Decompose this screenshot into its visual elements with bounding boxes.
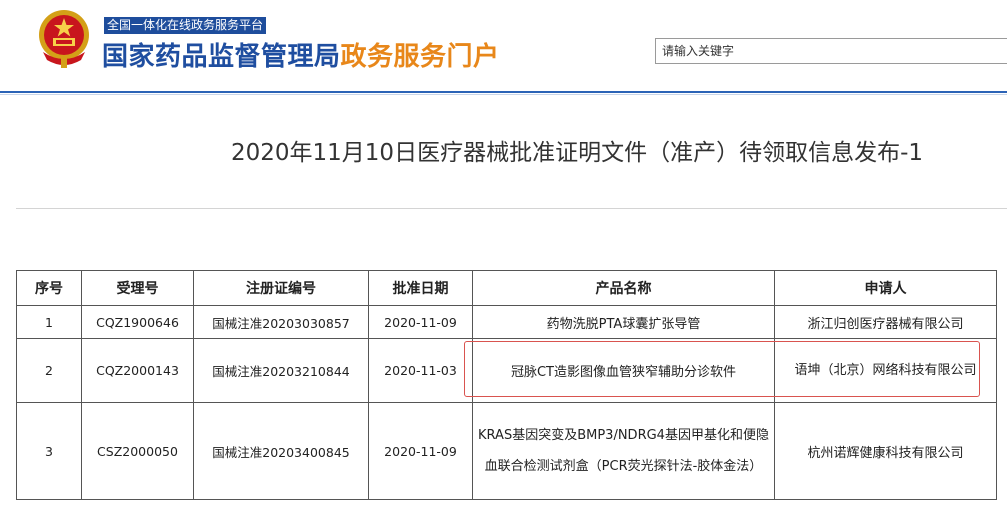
cell-product-name: 冠脉CT造影图像血管狭窄辅助分诊软件 [472, 338, 775, 403]
table-row: 1 CQZ1900646 国械注准20203030857 2020-11-09 … [16, 305, 997, 339]
site-title[interactable]: 国家药品监督管理局政务服务门户 [102, 36, 500, 73]
cell-registration-no: 国械注准20203400845 [193, 402, 369, 500]
search-input[interactable] [655, 38, 1007, 64]
cell-index: 1 [16, 305, 82, 339]
cell-acceptance-no: CQZ2000143 [81, 338, 194, 403]
column-header-approval-date: 批准日期 [368, 270, 473, 306]
cell-approval-date: 2020-11-09 [368, 305, 473, 339]
title-divider [16, 208, 1007, 209]
site-title-main: 国家药品监督管理局 [102, 42, 341, 72]
platform-tag[interactable]: 全国一体化在线政务服务平台 [104, 17, 267, 34]
cell-index: 2 [16, 338, 82, 403]
national-emblem-icon[interactable] [37, 8, 91, 70]
column-header-product-name: 产品名称 [472, 270, 775, 306]
approval-table: 序号 受理号 注册证编号 批准日期 产品名称 申请人 1 CQZ1900646 … [16, 270, 997, 500]
cell-product-name: KRAS基因突变及BMP3/NDRG4基因甲基化和便隐血联合检测试剂盒（PCR荧… [472, 402, 775, 500]
page-title: 2020年11月10日医疗器械批准证明文件（准产）待领取信息发布-1 [231, 140, 923, 166]
table-header-row: 序号 受理号 注册证编号 批准日期 产品名称 申请人 [16, 270, 997, 306]
column-header-acceptance-no: 受理号 [81, 270, 194, 306]
table-row: 2 CQZ2000143 国械注准20203210844 2020-11-03 … [16, 338, 997, 403]
cell-product-name: 药物洗脱PTA球囊扩张导管 [472, 305, 775, 339]
cell-applicant: 语坤（北京）网络科技有限公司 [774, 338, 997, 403]
header-divider-thin [0, 94, 1007, 95]
cell-registration-no: 国械注准20203030857 [193, 305, 369, 339]
cell-approval-date: 2020-11-09 [368, 402, 473, 500]
cell-applicant: 浙江归创医疗器械有限公司 [774, 305, 997, 339]
cell-registration-no: 国械注准20203210844 [193, 338, 369, 403]
column-header-applicant: 申请人 [774, 270, 997, 306]
cell-approval-date: 2020-11-03 [368, 338, 473, 403]
cell-index: 3 [16, 402, 82, 500]
site-title-accent: 政务服务门户 [340, 42, 500, 72]
column-header-index: 序号 [16, 270, 82, 306]
cell-acceptance-no: CSZ2000050 [81, 402, 194, 500]
site-header: 全国一体化在线政务服务平台 国家药品监督管理局政务服务门户 [0, 0, 1007, 92]
column-header-registration-no: 注册证编号 [193, 270, 369, 306]
table-row: 3 CSZ2000050 国械注准20203400845 2020-11-09 … [16, 402, 997, 500]
cell-acceptance-no: CQZ1900646 [81, 305, 194, 339]
header-divider [0, 91, 1007, 93]
cell-applicant: 杭州诺辉健康科技有限公司 [774, 402, 997, 500]
